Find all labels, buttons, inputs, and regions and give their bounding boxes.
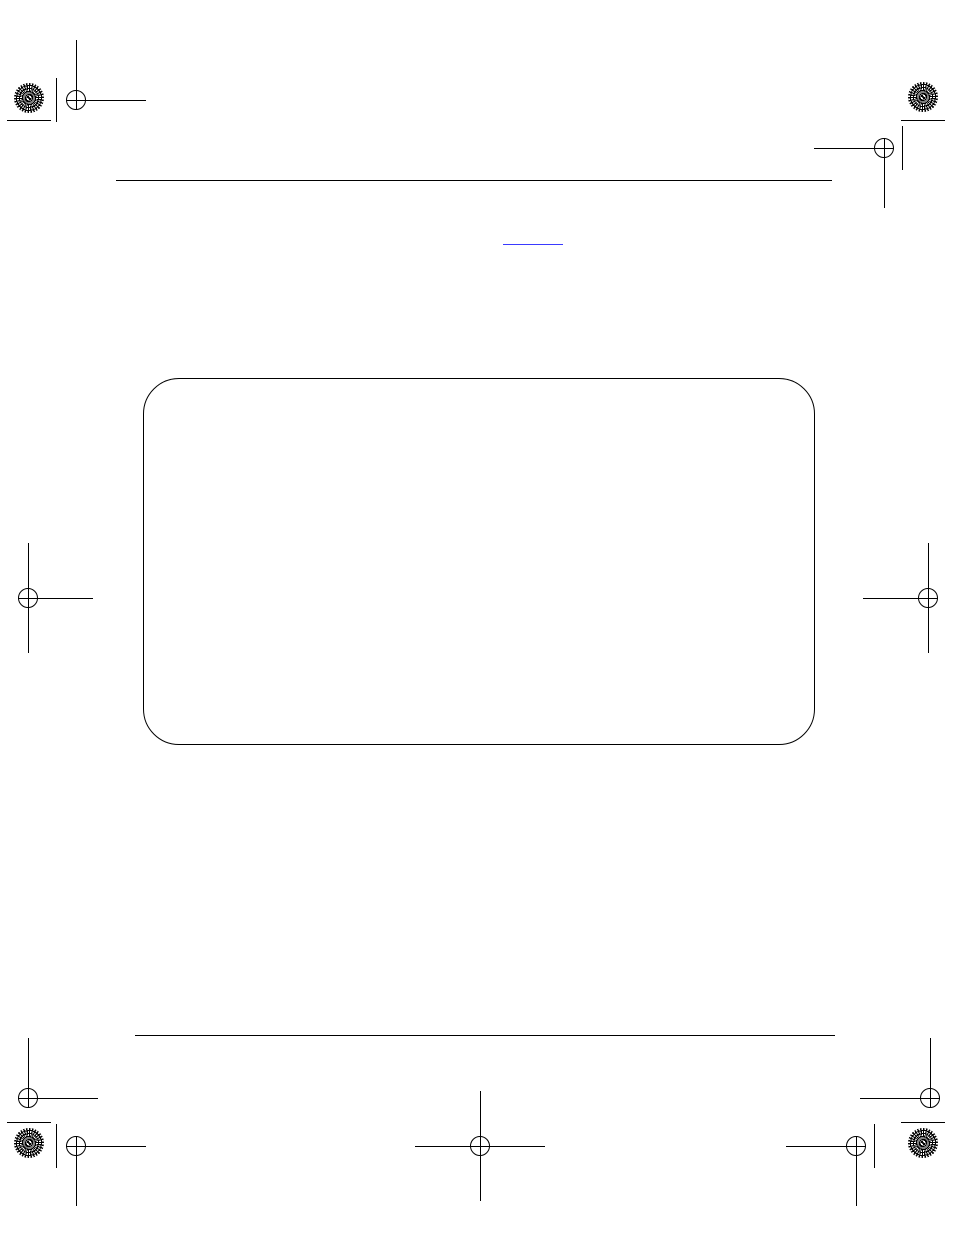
swirl-bot-right (908, 1128, 938, 1158)
swirl-bot-left (14, 1128, 44, 1158)
link-dash (503, 244, 563, 245)
swirl-top-right (908, 82, 938, 112)
rounded-box (143, 378, 815, 745)
swirl-top-left (14, 83, 44, 113)
rule-top (116, 180, 832, 181)
rule-bottom (135, 1035, 835, 1036)
